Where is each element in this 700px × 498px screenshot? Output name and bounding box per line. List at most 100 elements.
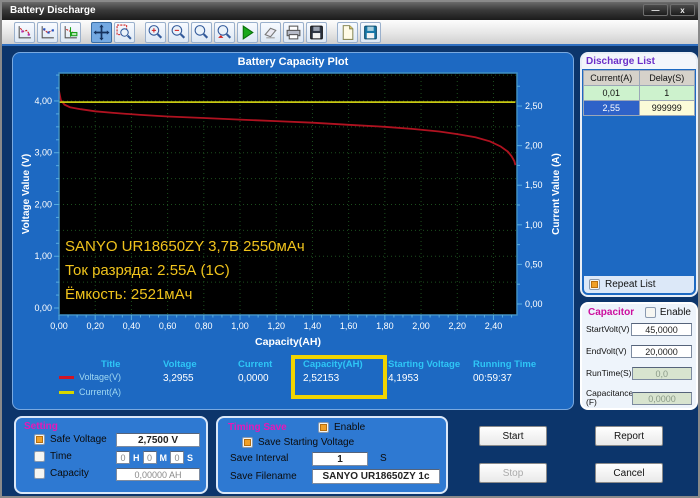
zoom-undo-tool-icon bbox=[217, 24, 232, 39]
y-left-axis-title: Voltage Value (V) bbox=[21, 154, 32, 234]
save-starting-voltage-checkbox[interactable] bbox=[242, 437, 253, 448]
safe-voltage-label: Safe Voltage bbox=[50, 434, 107, 445]
toolbar-group bbox=[91, 21, 135, 43]
y-left-tick-label: 1,00 bbox=[34, 251, 52, 261]
report-button[interactable]: Report bbox=[595, 426, 663, 446]
x-tick-label: 0,00 bbox=[50, 321, 68, 331]
new-file-button[interactable] bbox=[337, 21, 358, 43]
discharge-list-cell[interactable]: 999999 bbox=[638, 100, 696, 116]
time-minutes-input[interactable]: 0 bbox=[142, 451, 157, 464]
cancel-button[interactable]: Cancel bbox=[595, 463, 663, 483]
print-button[interactable] bbox=[283, 21, 304, 43]
y-left-tick-label: 2,00 bbox=[34, 199, 52, 209]
plot-points-tool-button[interactable] bbox=[37, 21, 58, 43]
save-interval-input[interactable]: 1 bbox=[312, 452, 368, 466]
save-starting-voltage-label: Save Starting Voltage bbox=[258, 437, 355, 448]
save-as-button[interactable] bbox=[360, 21, 381, 43]
save-button[interactable] bbox=[306, 21, 327, 43]
new-file-icon bbox=[342, 24, 354, 40]
capacitor-field-input[interactable]: 0,0 bbox=[631, 367, 692, 380]
y-right-tick-label: 1,50 bbox=[525, 180, 543, 190]
save-filename-input[interactable]: SANYO UR18650ZY 1c bbox=[312, 469, 440, 484]
legend-item: Current(A) bbox=[59, 387, 121, 397]
capacity-input[interactable]: 0,00000 AH bbox=[116, 468, 200, 481]
capacitor-field-input[interactable]: 45,0000 bbox=[631, 323, 692, 336]
capacitor-field-label: Capacitance (F) bbox=[586, 388, 634, 408]
minimize-icon: — bbox=[651, 6, 660, 15]
stat-value: 0,0000 bbox=[238, 373, 269, 384]
close-button[interactable]: x bbox=[670, 4, 695, 16]
y-left-tick-label: 0,00 bbox=[34, 303, 52, 313]
plot-points-tool-icon bbox=[41, 25, 54, 38]
capacitor-field-row: Capacitance (F) 0,0000 bbox=[586, 388, 692, 408]
zoom-in-tool-button[interactable] bbox=[145, 21, 166, 43]
legend-swatch bbox=[59, 390, 74, 394]
timing-save-enable-checkbox[interactable] bbox=[318, 422, 329, 433]
toolbar-group bbox=[14, 21, 81, 43]
discharge-list-row[interactable]: 0,01 1 bbox=[583, 85, 696, 101]
legend-label: Voltage(V) bbox=[79, 372, 122, 382]
capacitor-field-row: StartVolt(V) 45,0000 bbox=[586, 323, 692, 336]
y-right-tick-label: 0,50 bbox=[525, 259, 543, 269]
stat-value: 3,2955 bbox=[163, 373, 194, 384]
timing-save-panel: Timing Save Enable Save Starting Voltage… bbox=[216, 416, 448, 494]
run-button[interactable] bbox=[237, 21, 258, 43]
capacity-checkbox[interactable] bbox=[34, 468, 45, 479]
time-checkbox[interactable] bbox=[34, 451, 45, 462]
discharge-list-cell[interactable]: 1 bbox=[638, 85, 696, 101]
pan-tool-button[interactable] bbox=[91, 21, 112, 43]
discharge-list-panel: Discharge List Current(A) Delay(S) 0,01 1 2,… bbox=[580, 52, 698, 297]
start-button[interactable]: Start bbox=[479, 426, 547, 446]
minimize-button[interactable]: — bbox=[643, 4, 668, 16]
discharge-list-cell[interactable]: 0,01 bbox=[583, 85, 640, 101]
capacitor-panel: Capacitor Enable StartVolt(V) 45,0000 EndV… bbox=[580, 302, 698, 410]
time-hours-unit: H bbox=[133, 452, 140, 463]
y-left-tick-label: 3,00 bbox=[34, 148, 52, 158]
zoom-in-tool-icon bbox=[148, 24, 163, 39]
capacitor-field-label: StartVolt(V) bbox=[586, 323, 630, 334]
battery-discharge-window: Battery Discharge — x 0,00 0,20 0,40 0,60 0,… bbox=[0, 0, 700, 498]
stop-button[interactable]: Stop bbox=[479, 463, 547, 483]
stat-value: 00:59:37 bbox=[473, 373, 512, 384]
plot-cursor-tool-button[interactable] bbox=[60, 21, 81, 43]
pan-tool-icon bbox=[93, 24, 110, 40]
title-bar[interactable]: Battery Discharge — x bbox=[2, 2, 698, 20]
safe-voltage-checkbox[interactable] bbox=[34, 434, 45, 445]
time-hours-input[interactable]: 0 bbox=[116, 451, 130, 464]
zoom-window-tool-button[interactable] bbox=[191, 21, 212, 43]
zoom-window-tool-icon bbox=[194, 24, 209, 39]
repeat-list-checkbox[interactable] bbox=[589, 279, 600, 290]
capacitor-enable[interactable]: Enable bbox=[644, 307, 691, 318]
x-tick-label: 2,40 bbox=[485, 321, 503, 331]
repeat-list-row[interactable]: Repeat List bbox=[584, 276, 694, 293]
capacitor-field-row: EndVolt(V) 20,0000 bbox=[586, 345, 692, 358]
legend-swatch bbox=[59, 375, 74, 379]
y-right-tick-label: 2,00 bbox=[525, 141, 543, 151]
zoom-select-tool-button[interactable] bbox=[114, 21, 135, 43]
timing-save-enable-label: Enable bbox=[334, 422, 366, 433]
battery-capacity-chart[interactable]: 0,00 0,20 0,40 0,60 0,80 1,00 1,20 1,40 1,60 1,80… bbox=[13, 53, 575, 353]
plot-annotation-line: Ёмкость: 2521мАч bbox=[65, 286, 192, 303]
capacitor-field-label: EndVolt(V) bbox=[586, 345, 627, 356]
discharge-list-row[interactable]: 2,55 999999 bbox=[583, 100, 696, 116]
zoom-out-tool-button[interactable] bbox=[168, 21, 189, 43]
discharge-list-column-header[interactable]: Delay(S) bbox=[638, 70, 696, 86]
discharge-list-column-header[interactable]: Current(A) bbox=[583, 70, 640, 86]
toolbar-group bbox=[145, 21, 327, 43]
time-seconds-input[interactable]: 0 bbox=[170, 451, 184, 464]
plot-trace-tool-button[interactable] bbox=[14, 21, 35, 43]
capacitor-enable-checkbox[interactable] bbox=[644, 307, 656, 318]
x-tick-label: 0,80 bbox=[195, 321, 213, 331]
capacitor-field-input[interactable]: 0,0000 bbox=[632, 391, 692, 405]
capacity-label: Capacity bbox=[50, 468, 89, 479]
zoom-undo-tool-button[interactable] bbox=[214, 21, 235, 43]
discharge-list-cell[interactable]: 2,55 bbox=[583, 100, 640, 116]
capacitor-field-input[interactable]: 20,0000 bbox=[631, 345, 692, 358]
erase-button[interactable] bbox=[260, 21, 281, 43]
repeat-list-label: Repeat List bbox=[605, 279, 656, 290]
discharge-list-table[interactable]: Current(A) Delay(S) 0,01 1 2,55 999999 bbox=[583, 70, 696, 116]
x-tick-label: 1,20 bbox=[267, 321, 285, 331]
plot-title: Battery Capacity Plot bbox=[237, 56, 349, 68]
safe-voltage-input[interactable]: 2,7500 V bbox=[116, 433, 200, 447]
x-tick-label: 1,80 bbox=[376, 321, 394, 331]
